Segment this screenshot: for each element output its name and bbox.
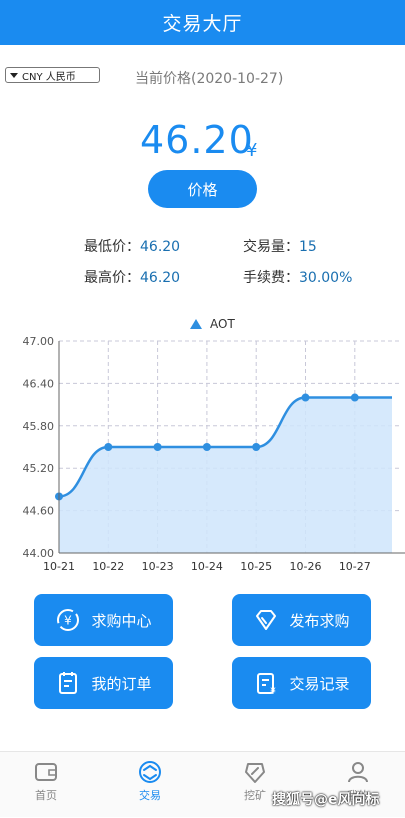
currency-select-value: CNY 人民币 <box>22 71 76 83</box>
trade-records-label: 交易记录 <box>289 674 350 693</box>
stat-fee-value: 30.00% <box>299 270 353 286</box>
tab-trade[interactable]: 交易 <box>115 752 185 818</box>
stat-max-value: 46.20 <box>140 270 181 286</box>
trade-records-button[interactable]: ¥ 交易记录 <box>232 657 371 709</box>
yen-cycle-icon: ¥ <box>57 609 80 631</box>
publish-buy-label: 发布求购 <box>289 611 350 630</box>
buy-center-label: 求购中心 <box>91 611 152 630</box>
user-icon <box>348 762 368 783</box>
current-price-date: 当前价格(2020-10-27) <box>135 71 284 87</box>
legend-label: AOT <box>210 317 235 331</box>
watermark: 搜狐号@e风向标 <box>272 792 380 808</box>
chevron-down-icon <box>10 72 18 78</box>
x-tick-label: 10-26 <box>290 560 322 573</box>
buy-center-button[interactable]: ¥ 求购中心 <box>34 594 173 646</box>
stat-min-price: 最低价：46.20 <box>84 236 180 256</box>
x-tick-label: 10-27 <box>339 560 371 573</box>
x-tick-label: 10-21 <box>43 560 75 573</box>
x-tick-label: 10-24 <box>191 560 223 573</box>
stat-max-price: 最高价：46.20 <box>84 267 180 287</box>
x-tick-label: 10-23 <box>142 560 174 573</box>
price-unit: ¥ <box>246 140 258 161</box>
exchange-icon <box>139 761 161 783</box>
my-orders-button[interactable]: 我的订单 <box>34 657 173 709</box>
tab-home[interactable]: 首页 <box>11 752 81 818</box>
page-header: 交易大厅 <box>0 0 405 45</box>
data-point <box>252 443 261 451</box>
price-button[interactable]: 价格 <box>148 170 257 208</box>
stat-volume-label: 交易量： <box>243 239 299 255</box>
receipt-icon: ¥ <box>257 673 277 696</box>
stat-fee: 手续费：30.00% <box>243 267 352 287</box>
price-chart: AOT 47.00 46.40 45.80 45.20 44.60 44.00 10-21 10… <box>0 312 405 577</box>
current-price-value: 46.20 <box>140 118 254 162</box>
data-point <box>153 443 162 451</box>
data-point <box>202 443 211 451</box>
tab-mining-label: 挖矿 <box>244 789 266 802</box>
y-tick-label: 45.20 <box>23 462 55 475</box>
legend-marker <box>190 319 202 329</box>
data-point <box>301 393 310 402</box>
stat-min-value: 46.20 <box>140 239 181 255</box>
y-tick-label: 47.00 <box>23 335 55 348</box>
y-tick-label: 45.80 <box>23 420 55 433</box>
x-tick-label: 10-25 <box>240 560 272 573</box>
currency-select[interactable]: CNY 人民币 <box>5 67 100 83</box>
my-orders-label: 我的订单 <box>91 674 152 693</box>
data-point <box>104 443 113 451</box>
price-chart-svg: AOT 47.00 46.40 45.80 45.20 44.60 44.0010-21 10… <box>23 317 405 573</box>
clipboard-icon <box>59 672 78 694</box>
y-tick-label: 44.60 <box>23 505 55 518</box>
page-title: 交易大厅 <box>162 13 243 35</box>
stat-min-label: 最低价： <box>84 239 140 255</box>
pickaxe-icon <box>245 763 265 783</box>
data-point <box>350 393 359 402</box>
stat-fee-label: 手续费： <box>243 270 299 286</box>
stat-volume-value: 15 <box>299 239 317 255</box>
svg-text:¥: ¥ <box>65 614 73 628</box>
publish-buy-button[interactable]: 发布求购 <box>232 594 371 646</box>
y-tick-label: 44.00 <box>23 547 55 560</box>
x-tick-label: 10-22 <box>92 560 124 573</box>
series-area <box>59 397 392 553</box>
tab-home-label: 首页 <box>35 789 57 802</box>
stat-volume: 交易量：15 <box>243 236 317 256</box>
svg-text:¥: ¥ <box>271 687 277 696</box>
y-tick-label: 46.40 <box>23 377 55 390</box>
stat-max-label: 最高价： <box>84 270 140 286</box>
diamond-icon <box>256 610 277 630</box>
wallet-icon <box>35 763 57 781</box>
tab-trade-label: 交易 <box>139 789 161 802</box>
